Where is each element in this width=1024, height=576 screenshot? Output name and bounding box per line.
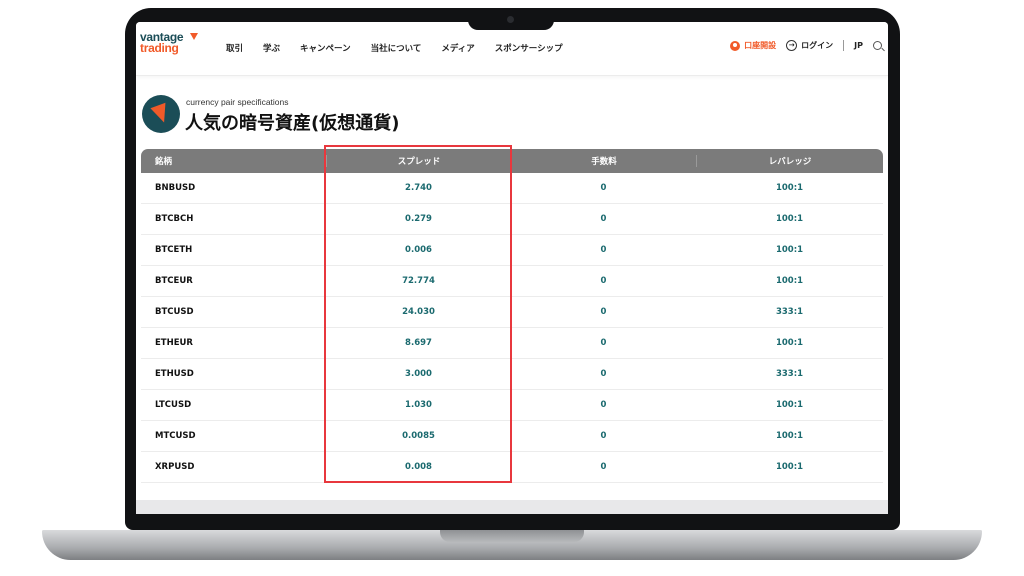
main-nav: 取引 学ぶ キャンペーン 当社について メディア スポンサーシップ xyxy=(226,42,563,54)
cell-leverage: 333:1 xyxy=(775,369,804,379)
cell-commission: 0 xyxy=(600,245,607,255)
nav-item-campaign[interactable]: キャンペーン xyxy=(300,42,351,54)
cell-commission: 0 xyxy=(600,276,607,286)
nav-item-learn[interactable]: 学ぶ xyxy=(263,42,280,54)
open-account-label: 口座開設 xyxy=(744,41,777,50)
login-icon: → xyxy=(786,40,798,51)
logo-mark-icon xyxy=(190,33,198,40)
table-row: XRPUSD 0.008 0 100:1 xyxy=(141,452,883,483)
table-row: BNBUSD 2.740 0 100:1 xyxy=(141,173,883,204)
table-row: BTCETH 0.006 0 100:1 xyxy=(141,235,883,266)
logo-bottom-text: trading xyxy=(140,41,179,55)
table-row: LTCUSD 1.030 0 100:1 xyxy=(141,390,883,421)
cell-leverage: 100:1 xyxy=(775,400,804,410)
cell-commission: 0 xyxy=(600,462,607,472)
header-divider xyxy=(843,40,845,51)
screen-chin xyxy=(136,500,888,514)
table-body: BNBUSD 2.740 0 100:1 BTCBCH 0.279 0 100:1 BTCETH… xyxy=(141,173,883,483)
page-title: 人気の暗号資産(仮想通貨) xyxy=(185,113,400,134)
cell-symbol: MTCUSD xyxy=(155,431,196,441)
cell-symbol: BTCBCH xyxy=(155,214,194,224)
cell-symbol: LTCUSD xyxy=(155,400,192,410)
cell-leverage: 100:1 xyxy=(775,245,804,255)
site-header: vantage trading 取引 学ぶ キャンペーン 当社について メディア… xyxy=(136,22,888,76)
cell-commission: 0 xyxy=(600,307,607,317)
table-row: MTCUSD 0.0085 0 100:1 xyxy=(141,421,883,452)
search-icon[interactable] xyxy=(873,41,882,50)
language-selector[interactable]: JP xyxy=(854,41,863,50)
cell-symbol: XRPUSD xyxy=(155,462,195,472)
cell-symbol: ETHEUR xyxy=(155,338,193,348)
cell-leverage: 100:1 xyxy=(775,276,804,286)
cell-symbol: ETHUSD xyxy=(155,369,194,379)
cell-leverage: 100:1 xyxy=(775,183,804,193)
header-actions: 口座開設 → ログイン JP xyxy=(730,40,882,51)
cell-symbol: BTCUSD xyxy=(155,307,194,317)
login-button[interactable]: → ログイン xyxy=(786,40,833,51)
table-row: BTCEUR 72.774 0 100:1 xyxy=(141,266,883,297)
nav-item-sponsorship[interactable]: スポンサーシップ xyxy=(495,42,563,54)
table-header: 銘柄 スプレッド 手数料 レバレッジ xyxy=(141,149,883,173)
laptop-base-groove xyxy=(440,530,584,542)
spread-highlight-box xyxy=(324,145,512,483)
nav-item-trade[interactable]: 取引 xyxy=(226,42,243,54)
browser-screen: vantage trading 取引 学ぶ キャンペーン 当社について メディア… xyxy=(136,22,888,500)
vantage-logo[interactable]: vantage trading xyxy=(140,31,198,55)
table-row: BTCUSD 24.030 0 333:1 xyxy=(141,297,883,328)
cell-leverage: 100:1 xyxy=(775,462,804,472)
page-subtitle: currency pair specifications xyxy=(186,97,289,107)
table-row: ETHEUR 8.697 0 100:1 xyxy=(141,328,883,359)
cell-leverage: 100:1 xyxy=(775,214,804,224)
cell-leverage: 100:1 xyxy=(775,431,804,441)
cell-leverage: 333:1 xyxy=(775,307,804,317)
table-row: ETHUSD 3.000 0 333:1 xyxy=(141,359,883,390)
cell-symbol: BTCEUR xyxy=(155,276,193,286)
camera-notch xyxy=(468,8,554,30)
cell-symbol: BTCETH xyxy=(155,245,193,255)
header-symbol: 銘柄 xyxy=(155,157,173,167)
cell-commission: 0 xyxy=(600,431,607,441)
nav-item-media[interactable]: メディア xyxy=(441,42,474,54)
cell-commission: 0 xyxy=(600,369,607,379)
table-row: BTCBCH 0.279 0 100:1 xyxy=(141,204,883,235)
nav-item-about[interactable]: 当社について xyxy=(371,42,422,54)
crypto-spec-table: 銘柄 スプレッド 手数料 レバレッジ BNBUSD 2.740 0 100:1 BTCB… xyxy=(141,149,883,483)
cell-symbol: BNBUSD xyxy=(155,183,196,193)
cell-commission: 0 xyxy=(600,214,607,224)
cell-commission: 0 xyxy=(600,183,607,193)
crypto-badge-icon xyxy=(142,95,180,133)
login-label: ログイン xyxy=(801,41,834,50)
user-icon xyxy=(730,40,741,51)
header-commission: 手数料 xyxy=(511,155,696,167)
cell-leverage: 100:1 xyxy=(775,338,804,348)
camera-icon xyxy=(507,16,514,23)
open-account-button[interactable]: 口座開設 xyxy=(730,40,776,51)
header-leverage: レバレッジ xyxy=(696,155,883,167)
cell-commission: 0 xyxy=(600,400,607,410)
cell-commission: 0 xyxy=(600,338,607,348)
